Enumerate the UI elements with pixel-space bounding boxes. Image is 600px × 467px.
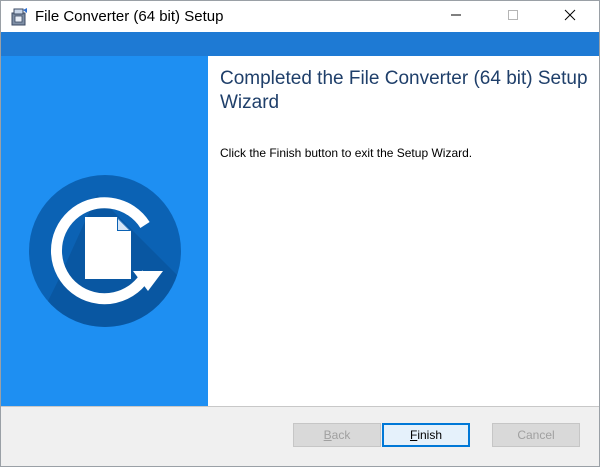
window-title: File Converter (64 bit) Setup	[35, 8, 224, 25]
page-title: Completed the File Converter (64 bit) Se…	[220, 68, 588, 113]
maximize-icon	[507, 8, 519, 26]
minimize-icon	[450, 8, 462, 26]
back-mnemonic: B	[323, 428, 332, 442]
instruction-text: Click the Finish button to exit the Setu…	[220, 146, 473, 160]
header-accent-strip	[1, 32, 599, 56]
maximize-button[interactable]	[490, 1, 536, 32]
button-bar: Back Finish Cancel	[1, 406, 599, 466]
title-bar[interactable]: File Converter (64 bit) Setup	[1, 1, 599, 32]
finish-mnemonic: F	[409, 428, 418, 442]
close-icon	[564, 8, 576, 26]
installer-package-icon	[9, 7, 29, 27]
cancel-label: Cancel	[517, 428, 555, 442]
minimize-button[interactable]	[433, 1, 479, 32]
cancel-button[interactable]: Cancel	[492, 423, 580, 447]
wizard-content: Completed the File Converter (64 bit) Se…	[208, 56, 599, 406]
file-converter-logo-icon	[27, 173, 187, 333]
back-button[interactable]: Back	[293, 423, 381, 447]
wizard-side-panel	[1, 56, 208, 406]
finish-button[interactable]: Finish	[382, 423, 470, 447]
setup-wizard-window: File Converter (64 bit) Setup Completed …	[0, 0, 600, 467]
close-button[interactable]	[547, 1, 593, 32]
back-label: ack	[331, 428, 351, 442]
finish-label: inish	[417, 428, 443, 442]
